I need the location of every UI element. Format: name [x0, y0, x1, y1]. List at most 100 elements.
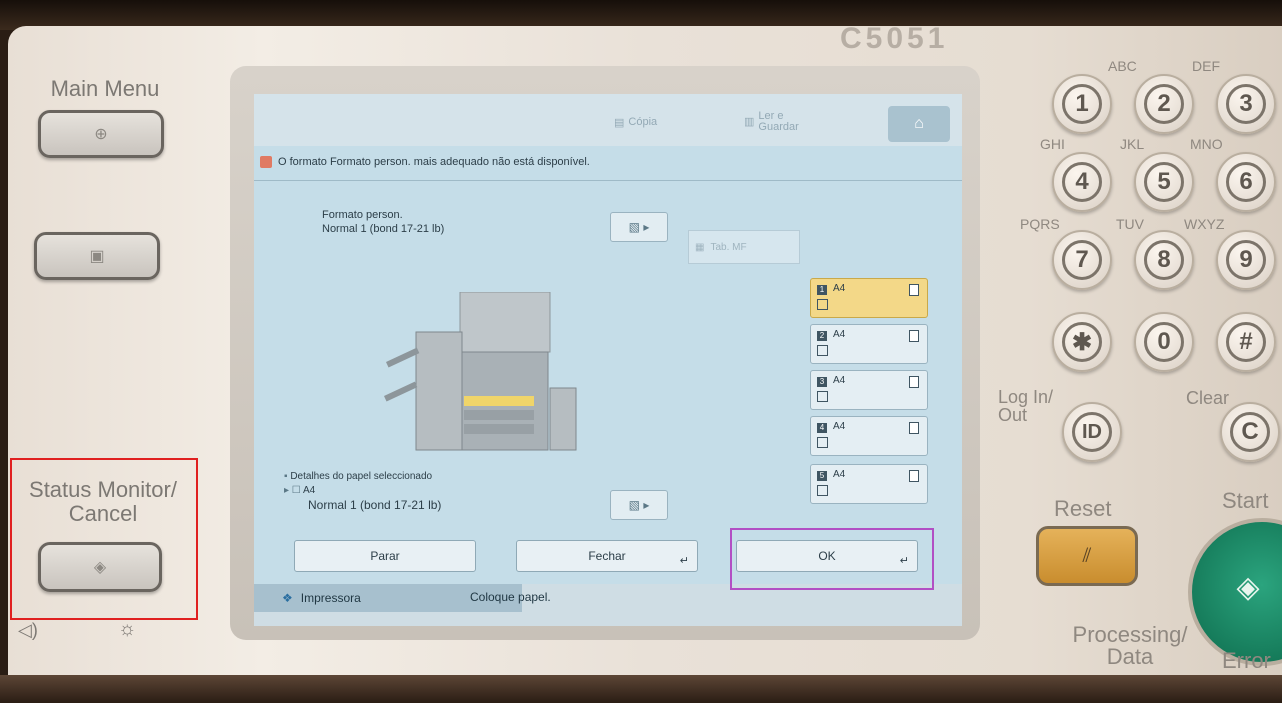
status-bar: ❖ Impressora Coloque papel.	[254, 584, 962, 626]
drawer-size: A4	[833, 283, 846, 294]
key-0[interactable]: 0	[1134, 312, 1194, 372]
drawer-number: 5	[817, 471, 827, 481]
key-8[interactable]: 8	[1134, 230, 1194, 290]
drawer-size: A4	[833, 329, 846, 340]
paper-settings-button-bottom[interactable]: ▧ ▸	[610, 490, 668, 520]
key-letters-ghi: GHI	[1040, 136, 1065, 152]
highlight-ok-button	[730, 528, 934, 590]
start-label: Start	[1222, 488, 1269, 513]
stop-button-label: Parar	[370, 549, 400, 563]
drawer-size: A4	[833, 375, 846, 386]
key-hash[interactable]: #	[1216, 312, 1276, 372]
drawer-number: 2	[817, 331, 827, 341]
reset-button[interactable]: ⫽	[1036, 526, 1138, 586]
paper-type-icon	[817, 437, 828, 448]
status-message: Coloque papel.	[470, 590, 551, 604]
paper-format-info: Formato person. Normal 1 (bond 17-21 lb)	[322, 208, 444, 236]
key-letters-def: DEF	[1192, 58, 1220, 74]
printer-illustration	[384, 292, 577, 451]
key-3[interactable]: 3	[1216, 74, 1276, 134]
tab-mf-button[interactable]: ▦ Tab. MF	[688, 230, 800, 264]
close-button-label: Fechar	[588, 549, 626, 563]
drawer-1[interactable]: 1 A4	[810, 278, 928, 318]
tab-scan-store[interactable]: ▥ Ler e Guardar	[744, 108, 799, 136]
selected-paper-heading: Detalhes do papel seleccionado	[290, 471, 433, 482]
error-message-text: O formato Formato person. mais adequado …	[278, 156, 590, 168]
tab-copy-label: Cópia	[628, 116, 658, 128]
quick-menu-button[interactable]: ▣	[34, 232, 160, 280]
paper-settings-icon: ▧ ▸	[628, 220, 650, 234]
home-button[interactable]: ⌂	[888, 106, 950, 142]
drawer-number: 1	[817, 285, 827, 295]
tab-scan-store-label: Ler e Guardar	[758, 110, 799, 133]
id-key-label: ID	[1072, 412, 1112, 452]
photo-background-bottom	[0, 675, 1282, 703]
clear-key-label: C	[1230, 412, 1270, 452]
key-7-label: 7	[1062, 240, 1102, 280]
warning-icon	[260, 156, 272, 168]
paper-type-icon	[817, 391, 828, 402]
key-6[interactable]: 6	[1216, 152, 1276, 212]
key-letters-wxyz: WXYZ	[1184, 216, 1225, 232]
start-icon: ◈	[1236, 571, 1260, 604]
clear-label: Clear	[1186, 388, 1230, 408]
key-2-label: 2	[1144, 84, 1184, 124]
drawer-size: A4	[833, 421, 846, 432]
id-key[interactable]: ID	[1062, 402, 1122, 462]
drawer-3[interactable]: 3 A4	[810, 370, 928, 410]
key-letters-tuv: TUV	[1116, 216, 1144, 232]
key-letters-abc: ABC	[1108, 58, 1137, 74]
key-2[interactable]: 2	[1134, 74, 1194, 134]
close-button[interactable]: Fechar ↵	[516, 540, 698, 572]
error-label: Error	[1222, 648, 1271, 673]
main-menu-button[interactable]: ⊕	[38, 110, 164, 158]
key-5-label: 5	[1144, 162, 1184, 202]
paper-format-line1: Formato person.	[322, 209, 403, 221]
key-star[interactable]: ✱	[1052, 312, 1112, 372]
home-icon: ⌂	[914, 115, 924, 132]
main-menu-icon: ⊕	[94, 126, 108, 143]
drawer-5[interactable]: 5 A4	[810, 464, 928, 504]
selected-paper-details: ▪ Detalhes do papel seleccionado ▸ ☐ A4 …	[284, 470, 441, 512]
drawer-number: 3	[817, 377, 827, 387]
model-label: C5051	[840, 22, 949, 55]
highlight-status-monitor	[10, 458, 198, 620]
key-6-label: 6	[1226, 162, 1266, 202]
clear-key[interactable]: C	[1220, 402, 1280, 462]
drawer-4[interactable]: 4 A4	[810, 416, 928, 456]
brightness-icon: ☼	[118, 618, 137, 640]
key-hash-label: #	[1226, 322, 1266, 362]
key-9-label: 9	[1226, 240, 1266, 280]
paper-format-line2: Normal 1 (bond 17-21 lb)	[322, 223, 445, 235]
tab-copy[interactable]: ▤ Cópia	[614, 108, 657, 136]
drawer-2[interactable]: 2 A4	[810, 324, 928, 364]
quick-menu-icon: ▣	[89, 248, 105, 265]
tab-mf-icon: ▦	[695, 241, 705, 253]
paper-settings-button-top[interactable]: ▧ ▸	[610, 212, 668, 242]
processing-data-label: Processing/ Data	[1072, 622, 1188, 669]
key-4[interactable]: 4	[1052, 152, 1112, 212]
paper-type-icon	[817, 485, 828, 496]
drawer-number: 4	[817, 423, 827, 433]
copy-icon: ▤	[614, 116, 625, 129]
stop-button[interactable]: Parar	[294, 540, 476, 572]
drawer-size: A4	[833, 469, 846, 480]
selected-paper-size: A4	[303, 485, 316, 496]
device-name: Impressora	[300, 591, 361, 605]
paper-icon	[909, 376, 919, 388]
volume-icon: ◁)	[18, 620, 38, 640]
tab-mf-label: Tab. MF	[710, 241, 747, 253]
reset-label: Reset	[1054, 496, 1112, 521]
key-9[interactable]: 9	[1216, 230, 1276, 290]
key-letters-mno: MNO	[1190, 136, 1223, 152]
main-menu-label: Main Menu	[50, 76, 160, 101]
reset-icon: ⫽	[1082, 544, 1092, 567]
key-1[interactable]: 1	[1052, 74, 1112, 134]
printer-icon: ❖	[282, 591, 293, 605]
key-7[interactable]: 7	[1052, 230, 1112, 290]
key-letters-pqrs: PQRS	[1020, 216, 1060, 232]
paper-icon	[909, 284, 919, 296]
key-5[interactable]: 5	[1134, 152, 1194, 212]
paper-icon	[909, 330, 919, 342]
arrow-icon: ▸ ☐	[284, 485, 303, 496]
